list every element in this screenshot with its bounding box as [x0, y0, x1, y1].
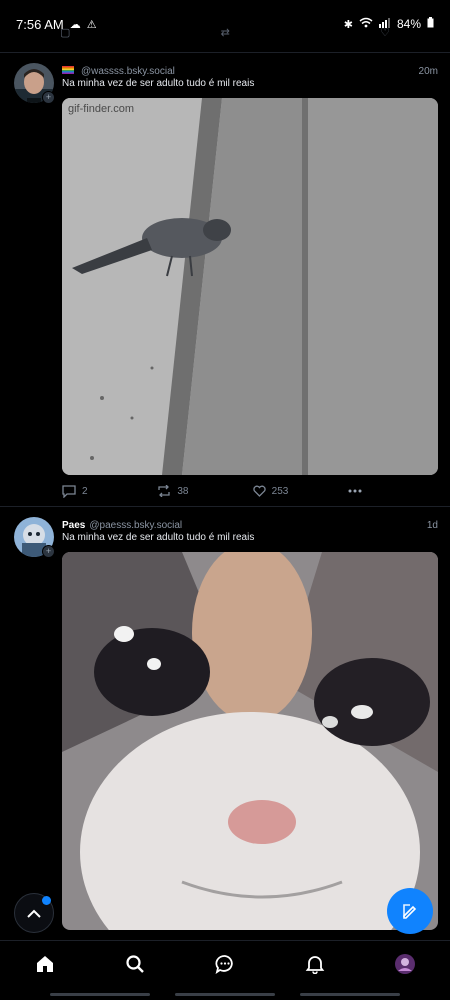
follow-badge-icon[interactable]: +: [42, 545, 55, 558]
reply-icon[interactable]: ▢: [60, 26, 70, 40]
reply-icon: [62, 484, 76, 498]
avatar: [395, 953, 415, 974]
more-options-button[interactable]: [348, 489, 362, 493]
post[interactable]: + @wassss.bsky.social 20m Na minha vez d…: [0, 53, 450, 506]
reply-count: 2: [82, 485, 88, 497]
post-text: Na minha vez de ser adulto tudo é mil re…: [62, 532, 255, 543]
post-media-gif[interactable]: gif-finder.com: [62, 98, 438, 475]
post-header: @wassss.bsky.social 20m: [62, 63, 438, 79]
status-bar: 7:56 AM ☁ ⚠ ✱ 84%: [0, 0, 450, 48]
post-timestamp[interactable]: 20m: [419, 66, 438, 77]
flag-icon: [62, 65, 74, 77]
repost-icon[interactable]: ⇄: [221, 26, 230, 40]
post-timestamp[interactable]: 1d: [427, 520, 438, 531]
chat-icon: [215, 954, 233, 974]
like-icon[interactable]: ♡: [380, 26, 390, 40]
post-media-gif[interactable]: [62, 552, 438, 930]
reply-button[interactable]: 2: [62, 484, 157, 498]
like-button[interactable]: 253: [252, 485, 348, 497]
repost-icon: [158, 485, 170, 497]
nav-messages[interactable]: [205, 944, 245, 984]
post-header: Paes @paesss.bsky.social 1d: [62, 517, 438, 533]
home-icon: [37, 955, 53, 972]
bell-icon: [305, 955, 325, 974]
post-handle[interactable]: @wassss.bsky.social: [81, 66, 419, 77]
search-icon: [126, 954, 144, 973]
previous-post-actions: ▢ ⇄ ♡: [60, 26, 390, 40]
post-display-name[interactable]: Paes: [62, 520, 85, 531]
post-handle[interactable]: @paesss.bsky.social: [89, 520, 427, 531]
bottom-nav: [0, 940, 450, 986]
post-text: Na minha vez de ser adulto tudo é mil re…: [62, 78, 255, 89]
repost-count: 38: [177, 485, 189, 497]
chevron-up-icon: [27, 909, 41, 918]
post[interactable]: + Paes @paesss.bsky.social 1d Na minha v…: [0, 507, 450, 940]
nav-profile[interactable]: [385, 944, 425, 984]
system-nav-bar: [50, 993, 150, 996]
gif-watermark: gif-finder.com: [68, 103, 134, 115]
new-posts-indicator: [42, 896, 51, 905]
system-nav-bar: [175, 993, 275, 996]
follow-badge-icon[interactable]: +: [42, 91, 55, 104]
post-actions: 2 38 253: [62, 483, 362, 499]
nav-notifications[interactable]: [295, 944, 335, 984]
system-nav-bar: [300, 993, 400, 996]
nav-home[interactable]: [25, 944, 65, 984]
compose-button[interactable]: [387, 888, 433, 934]
repost-button[interactable]: 38: [157, 485, 252, 497]
heart-icon: [252, 485, 266, 497]
pencil-icon: [403, 904, 417, 919]
status-time: 7:56 AM: [16, 16, 64, 32]
battery-level: 84%: [396, 17, 421, 31]
ellipsis-icon: [348, 489, 362, 493]
like-count: 253: [271, 485, 289, 497]
battery-icon: [427, 17, 434, 31]
nav-search[interactable]: [115, 944, 155, 984]
